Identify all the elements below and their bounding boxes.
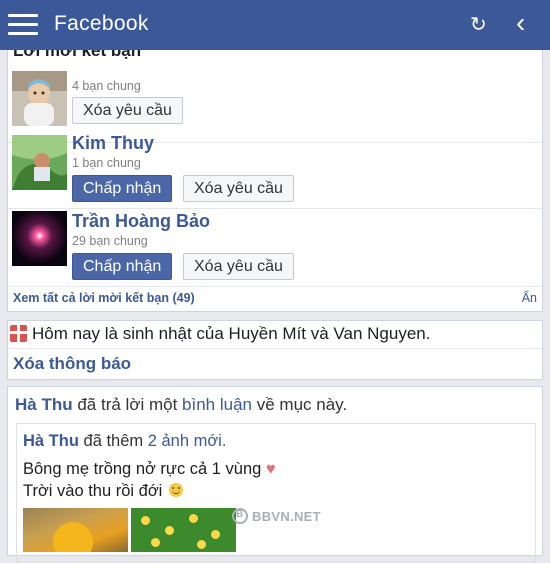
post-header: Hà Thu đã trả lời một bình luận về mục n… [15,395,347,415]
action-text: về mục này. [256,395,348,414]
avatar[interactable] [12,211,67,266]
shared-post-header: Hà Thu đã thêm 2 ảnh mới. [23,432,226,451]
birthday-text[interactable]: Hôm nay là sinh nhật của Huyền Mít và Va… [32,324,430,344]
friend-request-row: Trần Hoàng Bảo 29 bạn chung Chấp nhận Xó… [8,209,542,287]
watermark-text: BBVN.NET [252,509,321,524]
status-text: Trời vào thu rồi đới [23,482,163,500]
delete-request-button[interactable]: Xóa yêu cầu [72,97,183,124]
refresh-icon[interactable]: ↻ [470,13,487,37]
avatar[interactable] [12,135,67,190]
status-text: Bông mẹ trồng nở rực cả 1 vùng [23,460,262,478]
action-text: . [221,432,227,450]
chevron-left-icon[interactable]: ‹ [516,8,525,38]
watermark-logo-icon [232,508,248,524]
hamburger-menu-icon[interactable] [8,14,38,36]
confirm-request-button[interactable]: Chấp nhận [72,253,173,280]
birthday-card: Hôm nay là sinh nhật của Huyền Mít và Va… [7,320,543,380]
post-photo[interactable] [23,508,128,552]
status-line: Trời vào thu rồi đới [23,482,183,501]
top-bar: Facebook ↻ ‹ [0,0,550,50]
photos-link[interactable]: 2 ảnh mới [148,432,222,450]
shared-post[interactable]: Hà Thu đã thêm 2 ảnh mới. Bông mẹ trồng … [16,423,536,563]
app-title: Facebook [54,12,149,35]
action-text: đã thêm [83,432,144,450]
friend-request-row: Kim Thuy 1 bạn chung Chấp nhận Xóa yêu c… [8,131,542,209]
gift-icon [10,325,27,342]
status-line: Bông mẹ trồng nở rực cả 1 vùng ♥ [23,460,276,479]
actor-name[interactable]: Hà Thu [15,395,73,414]
heart-icon: ♥ [265,460,276,478]
delete-request-button[interactable]: Xóa yêu cầu [183,175,294,202]
post-card: Hà Thu đã trả lời một bình luận về mục n… [7,386,543,563]
action-text: đã trả lời một [77,395,178,414]
delete-request-button[interactable]: Xóa yêu cầu [183,253,294,280]
friend-name[interactable]: Trần Hoàng Bảo [72,211,210,232]
divider [8,348,542,349]
smile-icon [168,483,183,497]
dismiss-notification-link[interactable]: Xóa thông báo [13,354,131,374]
comment-link[interactable]: bình luận [182,395,252,414]
mutual-friends: 29 bạn chung [72,234,148,248]
see-all-requests-link[interactable]: Xem tất cả lời mời kết bạn (49) [13,291,195,305]
confirm-request-button[interactable]: Chấp nhận [72,175,173,202]
watermark: BBVN.NET [232,508,321,524]
post-photo[interactable] [131,508,236,552]
mutual-friends: 4 bạn chung [72,79,141,93]
actor-name[interactable]: Hà Thu [23,432,79,450]
friend-name[interactable]: Kim Thuy [72,133,154,154]
friend-requests-card: Lời mời kết bạn 4 bạn chung Xóa yêu cầu [7,36,543,312]
mutual-friends: 1 bạn chung [72,156,141,170]
avatar[interactable] [12,71,67,126]
hide-link[interactable]: Ẩn [522,291,537,305]
